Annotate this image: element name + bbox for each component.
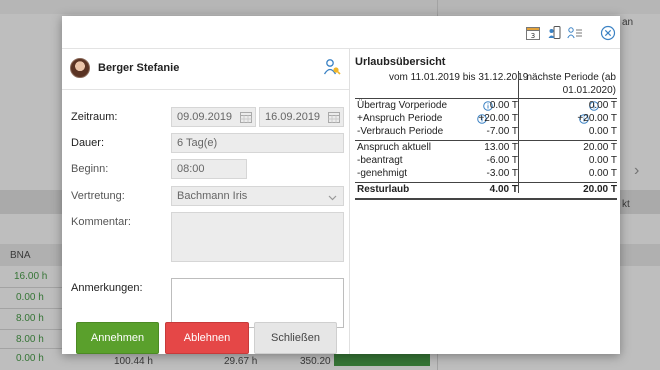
row-label: -Verbrauch Periode [357, 126, 444, 137]
row-label: -beantragt [357, 155, 403, 166]
col2-header-line1: nächste Periode (ab [526, 72, 616, 83]
current-period-value: 13.00 T [484, 142, 518, 153]
calendar-picker-icon[interactable] [239, 110, 253, 124]
next-period-value: 0.00 T [588, 126, 617, 137]
table-row-total: Resturlaub 4.00 T 20.00 T [357, 184, 617, 197]
row-label: Resturlaub [357, 184, 410, 195]
next-period-value: 20.00 T [583, 184, 617, 195]
divider [355, 198, 617, 200]
close-icon[interactable] [600, 25, 616, 41]
next-period-value: 0.00 T [588, 100, 617, 111]
date-to-field[interactable]: 16.09.2019 [259, 107, 344, 127]
calendar-icon[interactable]: 3 [525, 25, 541, 41]
divider [355, 140, 617, 141]
kommentar-field [171, 212, 344, 262]
calendar-badge: 3 [531, 32, 535, 40]
kommentar-label: Kommentar: [71, 216, 131, 228]
divider [355, 182, 617, 183]
beginn-field[interactable]: 08:00 [171, 159, 247, 179]
col1-header: vom 11.01.2019 bis 31.12.2019 [389, 72, 529, 83]
current-period-value: -7.00 T [486, 126, 519, 137]
dauer-value: 6 Tag(e) [177, 137, 218, 149]
current-period-value: 4.00 T [489, 184, 518, 195]
table-row: Anspruch aktuell 13.00 T 20.00 T [357, 142, 617, 155]
vertretung-label: Vertretung: [71, 190, 125, 202]
zeitraum-label: Zeitraum: [71, 111, 118, 123]
table-row: -genehmigt -3.00 T 0.00 T [357, 168, 617, 181]
vacation-request-dialog: 3 Berger Stefanie Zeitraum: 09.09.2019 1… [62, 16, 620, 354]
current-period-value: +20.00 T [478, 113, 518, 124]
current-period-value: -3.00 T [486, 168, 519, 179]
dauer-label: Dauer: [71, 137, 105, 149]
divider [355, 98, 617, 99]
current-period-value: -6.00 T [486, 155, 519, 166]
date-from-value: 09.09.2019 [177, 111, 233, 123]
date-from-field[interactable]: 09.09.2019 [171, 107, 256, 127]
chevron-down-icon [328, 192, 337, 205]
close-button[interactable]: Schließen [254, 322, 337, 354]
date-to-value: 16.09.2019 [265, 111, 321, 123]
dauer-field: 6 Tag(e) [171, 133, 344, 153]
table-row: +Anspruch Periode +20.00 T +20.00 T [357, 113, 617, 126]
vertretung-select[interactable]: Bachmann Iris [171, 186, 344, 206]
row-label: Übertrag Vorperiode [357, 100, 448, 111]
mobile-user-icon[interactable] [547, 25, 563, 41]
reject-button[interactable]: Ablehnen [165, 322, 249, 354]
beginn-value: 08:00 [177, 163, 205, 175]
request-form: Berger Stefanie Zeitraum: 09.09.2019 16.… [62, 49, 350, 354]
next-period-value: 0.00 T [588, 155, 617, 166]
divider [62, 89, 349, 90]
next-period-value: +20.00 T [577, 113, 617, 124]
anmerkungen-input[interactable] [171, 278, 344, 328]
dialog-toolbar: 3 [62, 16, 620, 49]
table-row: -Verbrauch Periode -7.00 T 0.00 T [357, 126, 617, 139]
row-label: -genehmigt [357, 168, 408, 179]
next-period-value: 20.00 T [583, 142, 617, 153]
beginn-label: Beginn: [71, 163, 109, 175]
employee-header: Berger Stefanie [70, 57, 179, 79]
next-period-value: 0.00 T [588, 168, 617, 179]
overview-title: Urlaubsübersicht [355, 56, 446, 68]
accept-button[interactable]: Annehmen [76, 322, 159, 354]
table-row: -beantragt -6.00 T 0.00 T [357, 155, 617, 168]
employee-name: Berger Stefanie [98, 62, 180, 74]
anmerkungen-label: Anmerkungen: [71, 282, 143, 294]
calendar-picker-icon[interactable] [327, 110, 341, 124]
user-search-icon[interactable] [323, 58, 341, 76]
vertretung-value: Bachmann Iris [177, 190, 248, 202]
current-period-value: 0.00 T [489, 100, 518, 111]
vacation-overview: Urlaubsübersicht vom 11.01.2019 bis 31.1… [351, 49, 620, 354]
table-row: Übertrag Vorperiode 0.00 T 0.00 T [357, 100, 617, 113]
row-label: Anspruch aktuell [357, 142, 431, 153]
col2-header-line2: 01.01.2020) [562, 85, 616, 96]
user-list-icon[interactable] [567, 25, 583, 41]
avatar [70, 58, 90, 78]
row-label: +Anspruch Periode [357, 113, 443, 124]
